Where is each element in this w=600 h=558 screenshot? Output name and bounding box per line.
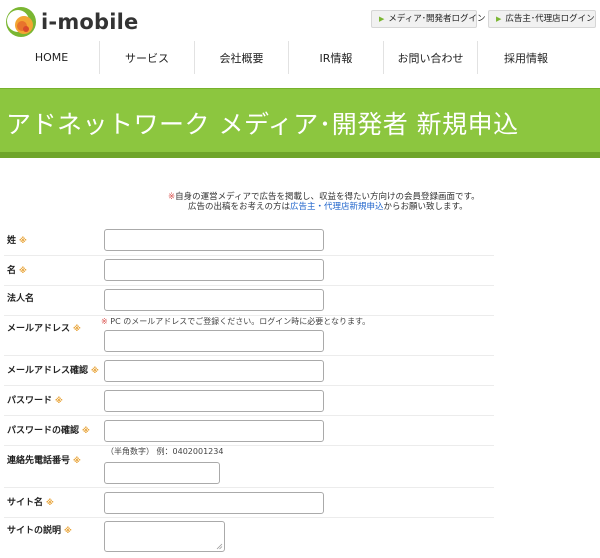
- phone-input[interactable]: [104, 462, 220, 484]
- required-mark: ※: [19, 266, 27, 275]
- company-label: 法人名: [7, 294, 35, 304]
- required-mark: ※: [19, 236, 27, 245]
- media-login-button[interactable]: ▶ メディア･開発者ログイン: [371, 10, 486, 28]
- last-name-label: 姓 ※: [7, 236, 27, 246]
- company-logo[interactable]: i-mobile: [4, 5, 154, 39]
- nav-recruit[interactable]: 採用情報: [478, 41, 574, 74]
- form-row-phone: 連絡先電話番号 ※ （半角数字） 例：0402001234: [4, 446, 494, 488]
- logo-text: i-mobile: [41, 10, 139, 34]
- form-row-company: 法人名: [4, 286, 494, 316]
- nav-services[interactable]: サービス: [100, 41, 195, 74]
- phone-label: 連絡先電話番号 ※: [7, 456, 81, 466]
- email-confirm-input[interactable]: [104, 360, 324, 382]
- email-label: メールアドレス ※: [7, 324, 81, 334]
- media-login-label: メディア･開発者ログイン: [388, 14, 486, 24]
- email-input[interactable]: [104, 330, 324, 352]
- page-banner: アドネットワーク メディア･開発者 新規申込: [0, 88, 600, 158]
- required-mark: ※: [82, 426, 90, 435]
- form-row-password: パスワード ※: [4, 386, 494, 416]
- arrow-right-icon: ▶: [379, 15, 385, 23]
- required-mark: ※: [91, 366, 99, 375]
- nav-home[interactable]: HOME: [4, 41, 100, 74]
- first-name-input[interactable]: [104, 259, 324, 281]
- page-title: アドネットワーク メディア･開発者 新規申込: [6, 110, 519, 139]
- site-name-label: サイト名 ※: [7, 498, 54, 508]
- logo-icon: [6, 7, 36, 37]
- password-confirm-input[interactable]: [104, 420, 324, 442]
- advertiser-signup-link[interactable]: 広告主・代理店新規申込: [290, 202, 384, 212]
- advertiser-login-label: 広告主･代理店ログイン: [505, 14, 595, 24]
- required-mark: ※: [73, 324, 81, 333]
- password-input[interactable]: [104, 390, 324, 412]
- intro-note-advertiser: 広告の出稿をお考えの方は広告主・代理店新規申込からお願い致します。: [188, 202, 468, 212]
- phone-help: （半角数字） 例：0402001234: [106, 447, 224, 456]
- site-description-textarea[interactable]: [104, 521, 225, 552]
- last-name-input[interactable]: [104, 229, 324, 251]
- advertiser-login-button[interactable]: ▶ 広告主･代理店ログイン: [488, 10, 596, 28]
- email-confirm-label: メールアドレス確認 ※: [7, 366, 99, 376]
- email-help: ※ PC のメールアドレスでご登録ください。ログイン時に必要となります。: [101, 317, 371, 326]
- required-mark: ※: [64, 526, 72, 535]
- nav-ir[interactable]: IR情報: [289, 41, 384, 74]
- password-confirm-label: パスワードの確認 ※: [7, 426, 90, 436]
- resize-handle-icon[interactable]: [216, 543, 223, 550]
- form-row-email-confirm: メールアドレス確認 ※: [4, 356, 494, 386]
- arrow-right-icon: ▶: [496, 15, 502, 23]
- company-input[interactable]: [104, 289, 324, 311]
- nav-company[interactable]: 会社概要: [195, 41, 289, 74]
- form-row-site-description: サイトの説明 ※: [4, 518, 494, 558]
- site-description-label: サイトの説明 ※: [7, 526, 72, 536]
- form-row-site-name: サイト名 ※: [4, 488, 494, 518]
- nav-contact[interactable]: お問い合わせ: [384, 41, 478, 74]
- form-row-first-name: 名 ※: [4, 256, 494, 286]
- site-name-input[interactable]: [104, 492, 324, 514]
- form-row-email: メールアドレス ※ ※ PC のメールアドレスでご登録ください。ログイン時に必要と…: [4, 316, 494, 356]
- first-name-label: 名 ※: [7, 266, 27, 276]
- required-mark: ※: [73, 456, 81, 465]
- main-nav: HOME サービス 会社概要 IR情報 お問い合わせ 採用情報: [4, 41, 600, 74]
- form-row-password-confirm: パスワードの確認 ※: [4, 416, 494, 446]
- required-mark: ※: [46, 498, 54, 507]
- required-mark: ※: [55, 396, 63, 405]
- password-label: パスワード ※: [7, 396, 63, 406]
- form-row-last-name: 姓 ※: [4, 226, 494, 256]
